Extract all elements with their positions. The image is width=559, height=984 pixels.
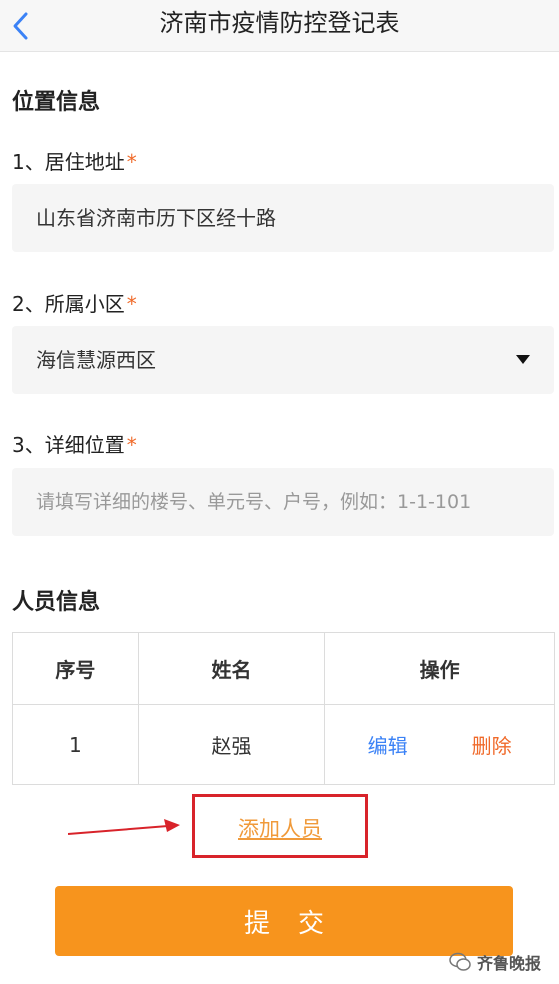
red-arrow-annotation-icon <box>68 819 180 835</box>
people-section-title: 人员信息 <box>12 590 101 615</box>
community-required-mark: * <box>126 292 137 316</box>
people-table: 序号 姓名 操作 1 赵强 编辑 删除 <box>12 632 555 785</box>
address-value: 山东省济南市历下区经十路 <box>36 206 276 230</box>
caret-down-icon <box>516 355 530 364</box>
navigation-bar: 济南市疫情防控登记表 <box>0 0 559 52</box>
watermark-text: 齐鲁晚报 <box>476 954 541 973</box>
table-row: 1 赵强 编辑 删除 <box>12 704 555 785</box>
community-select[interactable]: 海信慧源西区 <box>12 326 554 394</box>
watermark: 齐鲁晚报 <box>449 950 541 974</box>
wechat-icon <box>449 952 471 971</box>
column-header-actions: 操作 <box>324 632 555 705</box>
detail-label-text: 3、详细位置 <box>12 433 125 457</box>
detail-input[interactable] <box>12 468 554 536</box>
address-field[interactable]: 山东省济南市历下区经十路 <box>12 184 554 252</box>
detail-label: 3、详细位置 * <box>12 429 137 458</box>
community-value: 海信慧源西区 <box>36 348 156 372</box>
submit-button[interactable]: 提交 <box>55 886 513 956</box>
page-title: 济南市疫情防控登记表 <box>159 9 400 37</box>
community-label: 2、所属小区 * <box>12 288 137 317</box>
detail-required-mark: * <box>126 433 137 457</box>
edit-link[interactable]: 编辑 <box>368 734 408 758</box>
row-name: 赵强 <box>137 704 326 785</box>
address-label: 1、居住地址 * <box>12 146 137 175</box>
table-header-row: 序号 姓名 操作 <box>12 632 555 705</box>
location-section-title: 位置信息 <box>12 90 101 115</box>
community-label-text: 2、所属小区 <box>12 292 125 316</box>
column-header-name: 姓名 <box>137 632 326 705</box>
add-person-link[interactable]: 添加人员 <box>195 813 365 843</box>
row-index: 1 <box>12 704 139 785</box>
row-actions: 编辑 删除 <box>324 704 555 785</box>
column-header-index: 序号 <box>12 632 139 705</box>
delete-link[interactable]: 删除 <box>472 734 512 758</box>
address-label-text: 1、居住地址 <box>12 150 125 174</box>
address-required-mark: * <box>126 150 137 174</box>
add-person-highlight: 添加人员 <box>192 794 368 858</box>
detail-field <box>12 468 554 536</box>
